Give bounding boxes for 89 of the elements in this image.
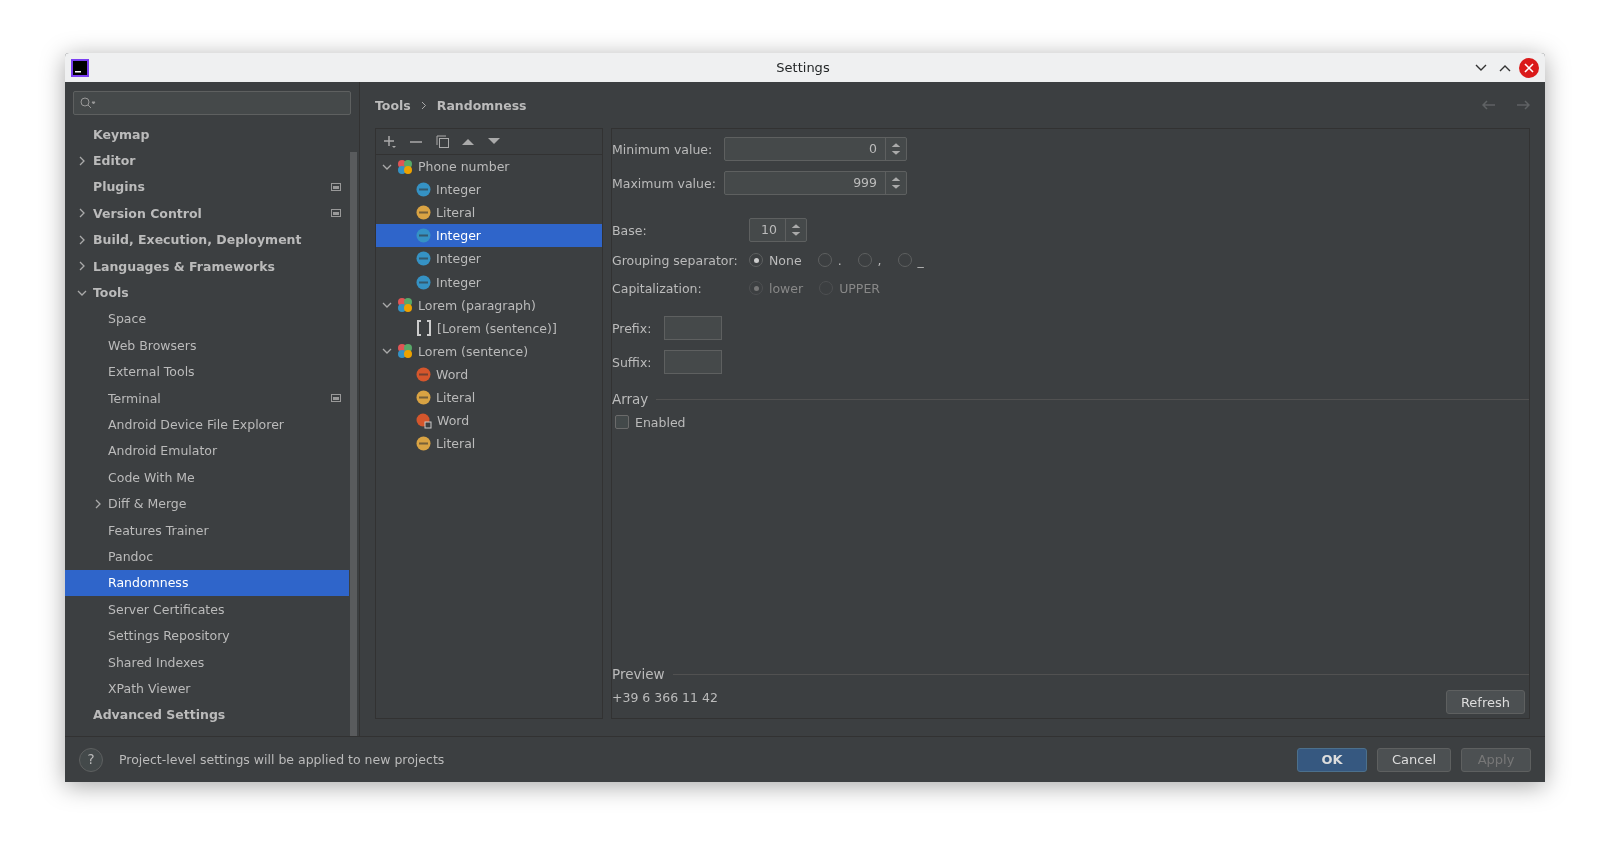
- radio-option[interactable]: _: [897, 252, 924, 268]
- chevron-up-icon: [1499, 63, 1511, 72]
- sidebar-item[interactable]: Version Control: [65, 200, 349, 227]
- field-label: Grouping separator:: [612, 252, 739, 268]
- type-icon: [416, 436, 431, 452]
- triangle-up-icon: [462, 138, 474, 145]
- type-icon: [416, 251, 431, 267]
- tree-item[interactable]: Word: [376, 362, 602, 386]
- sidebar-item[interactable]: Server Certificates: [65, 596, 349, 623]
- sidebar-item[interactable]: Keymap: [65, 121, 349, 148]
- sidebar-item[interactable]: Android Emulator: [65, 437, 349, 465]
- field-label: Base:: [612, 222, 648, 238]
- sidebar-item[interactable]: Web Browsers: [65, 332, 349, 359]
- search-icon: [80, 97, 96, 109]
- chevron-down-icon: [1475, 63, 1487, 72]
- chevron-icon: [420, 100, 427, 110]
- sidebar-item[interactable]: Pandoc: [65, 543, 349, 570]
- number-spinner[interactable]: 0: [724, 137, 907, 161]
- tree-item[interactable]: Integer: [376, 270, 602, 294]
- sidebar-item[interactable]: Editor: [65, 147, 349, 174]
- sidebar-item[interactable]: Android Device File Explorer: [65, 411, 349, 438]
- sidebar-item[interactable]: Advanced Settings: [65, 701, 349, 728]
- suffix-field[interactable]: [664, 350, 722, 374]
- sidebar-item[interactable]: Space: [65, 305, 349, 333]
- type-icon: [416, 228, 431, 244]
- sidebar-item[interactable]: XPath Viewer: [65, 675, 349, 702]
- field-label: Prefix:: [612, 320, 653, 336]
- field-label: Maximum value:: [612, 175, 717, 191]
- search-field[interactable]: [73, 91, 351, 115]
- sidebar-item[interactable]: Diff & Merge: [65, 490, 349, 517]
- field-label: Capitalization:: [612, 280, 703, 296]
- triangle-down-icon: [488, 138, 500, 145]
- tree-item[interactable]: Integer: [376, 247, 602, 271]
- tree-item[interactable]: Phone number: [376, 155, 602, 179]
- app-logo-icon: [71, 58, 89, 77]
- sidebar-item[interactable]: Features Trainer: [65, 516, 349, 544]
- tree-item[interactable]: Lorem (sentence): [376, 339, 602, 363]
- palette-icon: [397, 343, 413, 360]
- type-icon: [416, 205, 431, 221]
- tree-item[interactable]: Integer: [376, 178, 602, 202]
- tree-item[interactable]: Literal: [376, 201, 602, 225]
- radio-option[interactable]: None: [749, 252, 802, 268]
- field-label: Suffix:: [612, 354, 653, 370]
- palette-icon: [397, 158, 413, 175]
- sidebar-item[interactable]: Code With Me: [65, 464, 349, 491]
- sidebar-item[interactable]: Plugins: [65, 173, 349, 201]
- status-text: Project-level settings will be applied to new projects: [119, 752, 445, 767]
- type-icon: [416, 366, 431, 382]
- copy-icon: [435, 135, 449, 148]
- plus-icon: [383, 134, 397, 149]
- palette-icon: [397, 297, 413, 314]
- breadcrumb-item: Randomness: [436, 97, 527, 113]
- sidebar-item[interactable]: Shared Indexes: [65, 648, 349, 676]
- type-icon: [416, 182, 431, 198]
- preview-text: +39 6 366 11 42: [612, 689, 718, 705]
- dialog-button[interactable]: Cancel: [1376, 747, 1451, 772]
- close-icon: [1524, 62, 1534, 73]
- field-label: Minimum value:: [612, 141, 714, 157]
- enabled-checkbox[interactable]: Enabled: [615, 414, 686, 430]
- type-icon: [416, 390, 431, 405]
- prefix-field[interactable]: [664, 316, 722, 340]
- tree-item[interactable]: Word: [376, 409, 602, 433]
- number-spinner[interactable]: 10: [749, 218, 807, 242]
- tree-item[interactable]: Lorem (paragraph): [376, 293, 602, 317]
- tree-item[interactable]: Integer: [376, 224, 602, 248]
- tree-item[interactable]: Literal: [376, 385, 602, 410]
- sidebar-item[interactable]: Build, Execution, Deployment: [65, 226, 349, 253]
- tree-item[interactable]: Literal: [376, 432, 602, 456]
- brackets-icon: [416, 320, 432, 337]
- minus-icon: [410, 140, 422, 143]
- type-array-icon: [416, 412, 432, 429]
- number-spinner[interactable]: 999: [724, 171, 907, 195]
- breadcrumb-item: Tools: [375, 97, 411, 113]
- sidebar-item[interactable]: Settings Repository: [65, 622, 349, 649]
- help-button[interactable]: ?: [79, 747, 103, 772]
- sidebar-item[interactable]: Tools: [65, 279, 349, 306]
- sidebar-item[interactable]: Languages & Frameworks: [65, 252, 349, 280]
- close-button[interactable]: [1519, 57, 1539, 78]
- window-title: Settings: [775, 60, 831, 75]
- scrollbar[interactable]: [350, 152, 357, 736]
- tree-item[interactable]: [Lorem (sentence)]: [376, 316, 602, 340]
- sidebar-item[interactable]: Randomness: [65, 569, 349, 597]
- sidebar-item[interactable]: External Tools: [65, 358, 349, 385]
- section-title: Preview: [612, 666, 665, 682]
- dialog-button[interactable]: OK: [1296, 747, 1367, 772]
- sidebar-item[interactable]: Terminal: [65, 384, 349, 412]
- type-icon: [416, 274, 431, 290]
- section-title: Array: [612, 391, 649, 407]
- refresh-button[interactable]: Refresh: [1445, 690, 1525, 714]
